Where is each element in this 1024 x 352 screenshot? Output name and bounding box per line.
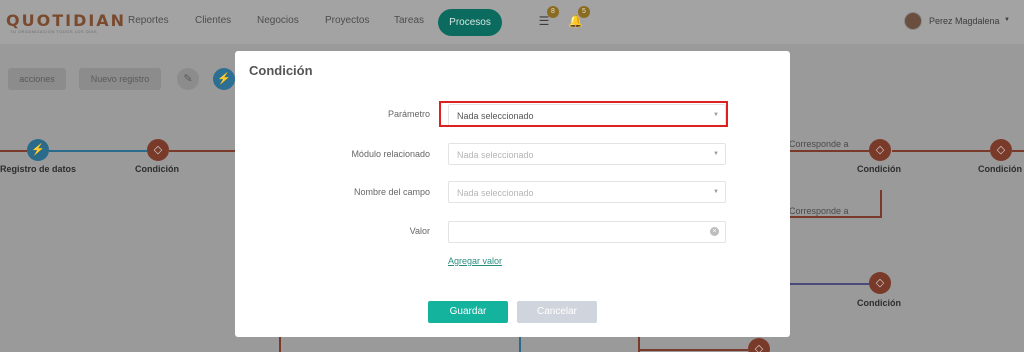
lightning-icon[interactable]: ⚡ — [213, 68, 235, 90]
data-record-node-icon[interactable]: ⚡ — [27, 139, 49, 161]
chevron-down-icon: ▼ — [713, 189, 719, 195]
flow-connector — [892, 150, 990, 152]
flow-connector — [49, 150, 147, 152]
new-record-button[interactable]: Nuevo registro — [79, 68, 161, 90]
actions-button[interactable]: acciones — [8, 68, 66, 90]
nav-procesos-active[interactable]: Procesos — [438, 9, 502, 36]
flow-connector — [279, 337, 281, 352]
condition-modal: Condición Parámetro Nada seleccionado ▼ … — [235, 51, 790, 337]
save-button[interactable]: Guardar — [428, 301, 508, 323]
condition-node-icon[interactable]: ◇ — [748, 338, 770, 352]
nav-reportes[interactable]: Reportes — [128, 15, 169, 26]
nav-negocios[interactable]: Negocios — [257, 15, 299, 26]
field-name-placeholder: Nada seleccionado — [457, 188, 534, 198]
modal-title: Condición — [249, 63, 313, 78]
related-module-placeholder: Nada seleccionado — [457, 150, 534, 160]
chevron-down-icon: ▼ — [713, 151, 719, 157]
user-name[interactable]: Perez Magdalena — [929, 16, 1000, 26]
value-label: Valor — [409, 226, 430, 236]
related-module-select[interactable]: Nada seleccionado ▼ — [448, 143, 726, 165]
top-navbar: QUOTIDIAN TU ORGANIZACIÓN TODOS LOS DÍAS… — [0, 0, 1024, 44]
highlight-box — [439, 101, 728, 127]
flow-connector — [169, 150, 235, 152]
condition-node-label: Condición — [857, 164, 901, 174]
field-name-label: Nombre del campo — [353, 187, 430, 197]
nav-proyectos[interactable]: Proyectos — [325, 15, 369, 26]
flow-connector — [790, 150, 870, 152]
condition-node-icon[interactable]: ◇ — [869, 272, 891, 294]
brand-logo[interactable]: QUOTIDIAN — [6, 11, 126, 30]
field-name-select[interactable]: Nada seleccionado ▼ — [448, 181, 726, 203]
cancel-button[interactable]: Cancelar — [517, 301, 597, 323]
flow-connector — [638, 349, 748, 351]
value-input[interactable]: × — [448, 221, 726, 243]
condition-node-label: Condición — [857, 298, 901, 308]
branch-label: Corresponde a — [789, 139, 849, 149]
pencil-icon[interactable]: ✎ — [177, 68, 199, 90]
flow-connector — [880, 190, 882, 218]
related-module-label: Módulo relacionado — [351, 149, 430, 159]
condition-node-icon[interactable]: ◇ — [869, 139, 891, 161]
data-record-node-label: Registro de datos — [0, 164, 77, 174]
notification-count-badge: 5 — [578, 6, 590, 18]
task-count-badge: 8 — [547, 6, 559, 18]
flow-connector — [1012, 150, 1024, 152]
condition-node-icon[interactable]: ◇ — [147, 139, 169, 161]
add-value-link[interactable]: Agregar valor — [448, 256, 502, 266]
condition-node-label: Condición — [135, 164, 179, 174]
flow-connector — [0, 150, 27, 152]
flow-connector — [790, 283, 870, 285]
branch-label: Corresponde a — [789, 206, 849, 216]
flow-connector — [519, 337, 521, 352]
condition-node-label: Condición — [978, 164, 1022, 174]
brand-tagline: TU ORGANIZACIÓN TODOS LOS DÍAS — [10, 29, 98, 34]
nav-clientes[interactable]: Clientes — [195, 15, 231, 26]
flow-connector — [790, 216, 882, 218]
chevron-down-icon[interactable]: ▼ — [1004, 17, 1010, 23]
user-avatar[interactable] — [904, 12, 922, 30]
clear-icon[interactable]: × — [710, 227, 719, 236]
nav-tareas[interactable]: Tareas — [394, 15, 424, 26]
parameter-label: Parámetro — [387, 109, 430, 119]
condition-node-icon[interactable]: ◇ — [990, 139, 1012, 161]
